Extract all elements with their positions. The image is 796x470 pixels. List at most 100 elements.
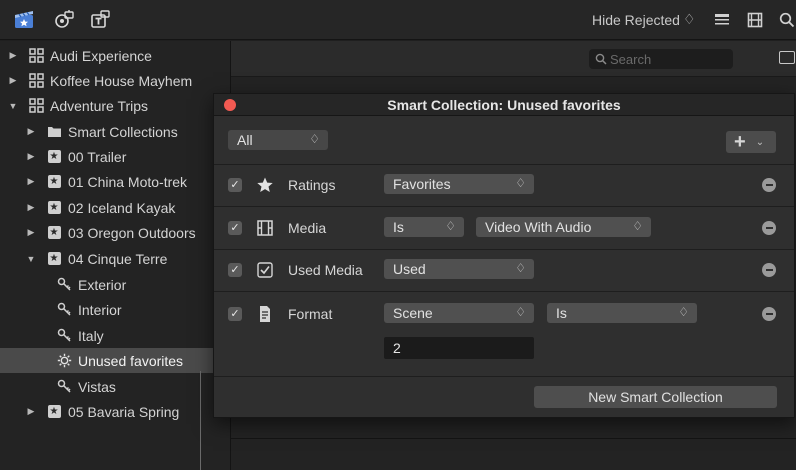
sidebar-item-label: Smart Collections (68, 123, 178, 140)
sidebar-item-label: 04 Cinque Terre (68, 250, 168, 267)
remove-rule-button[interactable] (762, 263, 776, 277)
remove-rule-button[interactable] (762, 178, 776, 192)
sidebar-item-interior[interactable]: Interior (0, 297, 230, 322)
disclosure-triangle-icon[interactable]: ▼ (8, 101, 18, 111)
browser-view-icon[interactable] (779, 51, 795, 64)
format-value-field[interactable]: 2 (384, 337, 534, 359)
search-placeholder: Search (610, 51, 652, 67)
used-media-popup[interactable]: Used ♢ (384, 259, 534, 279)
popup-value: Favorites (393, 176, 451, 192)
sidebar-item-italy[interactable]: Italy (0, 323, 230, 348)
keyword-icon (56, 277, 72, 293)
format-property-popup[interactable]: Scene ♢ (384, 303, 534, 323)
column-divider[interactable] (200, 371, 201, 470)
add-rule-button[interactable]: + ⌄ (726, 131, 776, 153)
list-view-icon[interactable] (713, 11, 731, 29)
photos-audio-icon[interactable] (52, 8, 76, 30)
disclosure-triangle-icon[interactable]: ▶ (26, 406, 36, 417)
sidebar-item-vistas[interactable]: Vistas (0, 374, 230, 399)
search-field[interactable]: Search (589, 49, 733, 69)
sidebar-item-label: Koffee House Mayhem (50, 72, 193, 89)
plus-icon: + (734, 131, 746, 153)
rule-checkbox-used-media[interactable]: ✓ (228, 263, 242, 277)
divider (214, 291, 794, 292)
rule-checkbox-media[interactable]: ✓ (228, 221, 242, 235)
divider (214, 376, 794, 377)
search-icon (595, 53, 607, 65)
disclosure-triangle-icon[interactable]: ▶ (26, 151, 36, 162)
sidebar-item-02-iceland-kayak[interactable]: ▶ ★ 02 Iceland Kayak (0, 195, 230, 220)
sidebar-item-04-cinque-terre[interactable]: ▼ ★ 04 Cinque Terre (0, 246, 230, 271)
up-down-arrows-icon: ♢ (445, 219, 456, 233)
divider (214, 249, 794, 250)
disclosure-triangle-icon[interactable]: ▶ (26, 227, 36, 238)
keyword-icon (56, 379, 72, 395)
sidebar-item-00-trailer[interactable]: ▶ ★ 00 Trailer (0, 144, 230, 169)
divider (214, 164, 794, 165)
sidebar-item-label: Exterior (78, 276, 127, 293)
rule-label-media: Media (288, 220, 327, 236)
event-star-icon: ★ (46, 225, 62, 241)
dialog-titlebar[interactable]: Smart Collection: Unused favorites (214, 94, 794, 116)
match-popup[interactable]: All ♢ (228, 130, 328, 150)
filter-popup[interactable]: Hide Rejected ♢ (592, 11, 696, 28)
library-icon (28, 73, 44, 89)
disclosure-triangle-icon[interactable]: ▶ (8, 75, 18, 86)
sidebar-item-unused-favorites[interactable]: Unused favorites (0, 348, 230, 373)
sidebar-item-label: 05 Bavaria Spring (68, 403, 180, 420)
smart-collection-gear-icon (56, 353, 72, 369)
sidebar-item-label: 01 China Moto-trek (68, 173, 188, 190)
sidebar-item-exterior[interactable]: Exterior (0, 272, 230, 297)
sidebar-item-audi-experience[interactable]: ▶ Audi Experience (0, 43, 230, 68)
sidebar-item-adventure-trips[interactable]: ▼ Adventure Trips (0, 93, 230, 118)
rule-checkbox-format[interactable]: ✓ (228, 307, 242, 321)
new-smart-collection-button[interactable]: New Smart Collection (534, 386, 777, 408)
sidebar-item-label: Vistas (78, 378, 116, 395)
sidebar-item-label: 02 Iceland Kayak (68, 199, 176, 216)
sidebar-item-label: Audi Experience (50, 47, 152, 64)
sidebar-item-label: 00 Trailer (68, 148, 127, 165)
disclosure-triangle-icon[interactable]: ▼ (26, 254, 36, 264)
media-type-popup[interactable]: Video With Audio ♢ (476, 217, 651, 237)
sidebar-item-05-bavaria-spring[interactable]: ▶ ★ 05 Bavaria Spring (0, 399, 230, 424)
disclosure-triangle-icon[interactable]: ▶ (26, 176, 36, 187)
rule-label-ratings: Ratings (288, 177, 336, 193)
star-icon (255, 175, 275, 195)
titles-icon[interactable] (88, 8, 112, 30)
rule-label-format: Format (288, 306, 333, 322)
disclosure-triangle-icon[interactable]: ▶ (26, 202, 36, 213)
popup-value: Scene (393, 305, 433, 321)
disclosure-triangle-icon[interactable]: ▶ (26, 126, 36, 137)
sidebar-item-label: 03 Oregon Outdoors (68, 224, 196, 241)
sidebar-item-01-china-moto-trek[interactable]: ▶ ★ 01 China Moto-trek (0, 169, 230, 194)
popup-value: Is (393, 219, 404, 235)
up-down-arrows-icon: ♢ (515, 305, 526, 319)
sidebar-item-smart-collections[interactable]: ▶ Smart Collections (0, 119, 230, 144)
sidebar-item-koffee-house-mayhem[interactable]: ▶ Koffee House Mayhem (0, 68, 230, 93)
chevron-down-icon: ⌄ (755, 136, 765, 148)
remove-rule-button[interactable] (762, 307, 776, 321)
filmstrip-icon[interactable] (746, 11, 764, 29)
search-icon[interactable] (778, 11, 796, 29)
event-star-icon: ★ (46, 251, 62, 267)
sidebar-item-03-oregon-outdoors[interactable]: ▶ ★ 03 Oregon Outdoors (0, 220, 230, 245)
keyword-icon (56, 328, 72, 344)
libraries-sidebar: ▶ Audi Experience ▶ Koffee House Mayhem … (0, 41, 230, 470)
dialog-title: Smart Collection: Unused favorites (387, 97, 621, 113)
up-down-arrows-icon: ♢ (515, 261, 526, 275)
up-down-arrows-icon: ♢ (309, 132, 320, 146)
popup-value: Is (556, 305, 567, 321)
disclosure-triangle-icon[interactable]: ▶ (8, 50, 18, 61)
event-star-icon: ★ (46, 174, 62, 190)
remove-rule-button[interactable] (762, 221, 776, 235)
clapper-star-icon[interactable] (12, 8, 36, 30)
up-down-arrows-icon: ♢ (678, 305, 689, 319)
browser-header: Search (231, 41, 796, 77)
film-icon (255, 218, 275, 238)
media-operator-popup[interactable]: Is ♢ (384, 217, 464, 237)
rule-checkbox-ratings[interactable]: ✓ (228, 178, 242, 192)
format-operator-popup[interactable]: Is ♢ (547, 303, 697, 323)
library-icon (28, 98, 44, 114)
ratings-popup[interactable]: Favorites ♢ (384, 174, 534, 194)
filter-popup-label: Hide Rejected (592, 11, 680, 28)
